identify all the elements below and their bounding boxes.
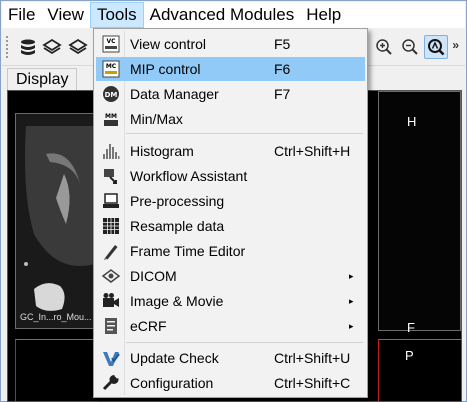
menu-item-ecrf[interactable]: eCRF ▸ bbox=[96, 314, 365, 338]
submenu-arrow-icon: ▸ bbox=[349, 320, 354, 331]
menu-item-label: Update Check bbox=[130, 350, 219, 366]
menu-item-update-check[interactable]: Update Check Ctrl+Shift+U bbox=[96, 346, 365, 370]
menu-help[interactable]: Help bbox=[300, 2, 347, 28]
view-control-icon: VC bbox=[101, 35, 121, 53]
menu-item-label: eCRF bbox=[130, 318, 167, 334]
menu-item-view-control[interactable]: VC View control F5 bbox=[96, 32, 365, 56]
toolbar-grip[interactable] bbox=[6, 36, 9, 58]
menu-item-data-manager[interactable]: DM Data Manager F7 bbox=[96, 82, 365, 106]
application-window: File View Tools Advanced Modules Help » … bbox=[0, 0, 467, 402]
layers-button[interactable] bbox=[40, 35, 64, 59]
svg-text:MM: MM bbox=[105, 113, 117, 120]
menu-separator bbox=[126, 342, 363, 343]
submenu-arrow-icon: ▸ bbox=[349, 295, 354, 306]
panel-title: Display bbox=[7, 68, 77, 90]
zoom-in-button[interactable] bbox=[372, 35, 396, 59]
menu-item-dicom[interactable]: DICOM ▸ bbox=[96, 264, 365, 288]
menu-item-label: Data Manager bbox=[130, 86, 219, 102]
svg-text:DM: DM bbox=[105, 91, 118, 99]
layers-icon bbox=[42, 38, 62, 55]
menu-item-shortcut: F6 bbox=[274, 61, 291, 77]
menu-item-label: Image & Movie bbox=[130, 293, 224, 309]
update-check-icon bbox=[101, 349, 121, 367]
ecrf-icon bbox=[101, 317, 121, 335]
menu-item-mip-control[interactable]: MC MIP control F6 bbox=[96, 57, 365, 81]
orientation-label-h: H bbox=[407, 114, 417, 129]
toolbar-more-button[interactable]: » bbox=[452, 38, 459, 52]
menu-advanced-modules[interactable]: Advanced Modules bbox=[144, 2, 301, 28]
menu-item-label: Pre-processing bbox=[130, 193, 225, 209]
view-axial[interactable]: R GC_In...ro_Mou... bbox=[15, 113, 94, 329]
menu-item-shortcut: F5 bbox=[274, 36, 291, 52]
mip-control-icon: MC bbox=[101, 60, 121, 78]
view-3d[interactable]: P bbox=[378, 339, 461, 401]
menu-item-label: Min/Max bbox=[130, 111, 183, 127]
dicom-icon bbox=[101, 267, 121, 285]
camera-icon bbox=[101, 292, 121, 310]
scan-image bbox=[16, 114, 93, 328]
menu-item-label: Resample data bbox=[130, 218, 225, 234]
menu-item-shortcut: Ctrl+Shift+C bbox=[274, 375, 351, 391]
svg-text:MC: MC bbox=[106, 63, 117, 70]
menu-item-shortcut: Ctrl+Shift+H bbox=[274, 143, 351, 159]
wrench-icon bbox=[101, 374, 121, 392]
menu-item-min-max[interactable]: MM Min/Max bbox=[96, 107, 365, 131]
menu-file[interactable]: File bbox=[2, 2, 41, 28]
histogram-icon bbox=[101, 142, 121, 160]
menu-item-shortcut: Ctrl+Shift+U bbox=[274, 350, 351, 366]
view-coronal[interactable] bbox=[15, 339, 94, 401]
svg-text:VC: VC bbox=[106, 38, 116, 45]
menu-item-label: MIP control bbox=[130, 61, 201, 77]
database-icon bbox=[21, 39, 35, 55]
min-max-icon: MM bbox=[101, 110, 121, 128]
tools-menu-dropdown: VC View control F5 MC MIP control F6 DM … bbox=[93, 28, 368, 398]
layers-alt-button[interactable] bbox=[66, 35, 90, 59]
workflow-icon bbox=[101, 167, 121, 185]
menu-item-label: Histogram bbox=[130, 143, 194, 159]
zoom-tool-button[interactable] bbox=[424, 35, 448, 59]
resample-icon bbox=[101, 217, 121, 235]
orientation-label-f: F bbox=[407, 320, 415, 335]
menu-item-image-movie[interactable]: Image & Movie ▸ bbox=[96, 289, 365, 313]
zoom-out-icon bbox=[402, 39, 418, 55]
menu-item-label: Configuration bbox=[130, 375, 214, 391]
menu-item-workflow-assistant[interactable]: Workflow Assistant bbox=[96, 164, 365, 188]
zoom-out-button[interactable] bbox=[398, 35, 422, 59]
menu-item-label: DICOM bbox=[130, 268, 177, 284]
database-button[interactable] bbox=[16, 35, 40, 59]
menu-item-configuration[interactable]: Configuration Ctrl+Shift+C bbox=[96, 371, 365, 395]
zoom-tool-icon bbox=[428, 39, 445, 56]
data-manager-icon: DM bbox=[101, 85, 121, 103]
menu-view[interactable]: View bbox=[41, 2, 90, 28]
submenu-arrow-icon: ▸ bbox=[349, 270, 354, 281]
view-caption: GC_In...ro_Mou... bbox=[20, 312, 92, 322]
orientation-label-p: P bbox=[405, 348, 414, 363]
menu-item-label: View control bbox=[130, 36, 207, 52]
menu-item-histogram[interactable]: Histogram Ctrl+Shift+H bbox=[96, 139, 365, 163]
pre-processing-icon bbox=[101, 192, 121, 210]
menubar: File View Tools Advanced Modules Help bbox=[2, 2, 465, 28]
view-sagittal[interactable]: H F bbox=[378, 91, 461, 335]
menu-item-label: Workflow Assistant bbox=[130, 168, 248, 184]
menu-item-shortcut: F7 bbox=[274, 86, 291, 102]
zoom-in-icon bbox=[376, 39, 392, 55]
menu-item-frame-time-editor[interactable]: Frame Time Editor bbox=[96, 239, 365, 263]
menu-tools[interactable]: Tools bbox=[89, 2, 144, 28]
menu-item-pre-processing[interactable]: Pre-processing bbox=[96, 189, 365, 213]
menu-item-resample-data[interactable]: Resample data bbox=[96, 214, 365, 238]
layers-alt-icon bbox=[68, 38, 88, 55]
menu-separator bbox=[126, 133, 363, 134]
menu-item-label: Frame Time Editor bbox=[130, 243, 246, 259]
frame-time-icon bbox=[101, 242, 121, 260]
